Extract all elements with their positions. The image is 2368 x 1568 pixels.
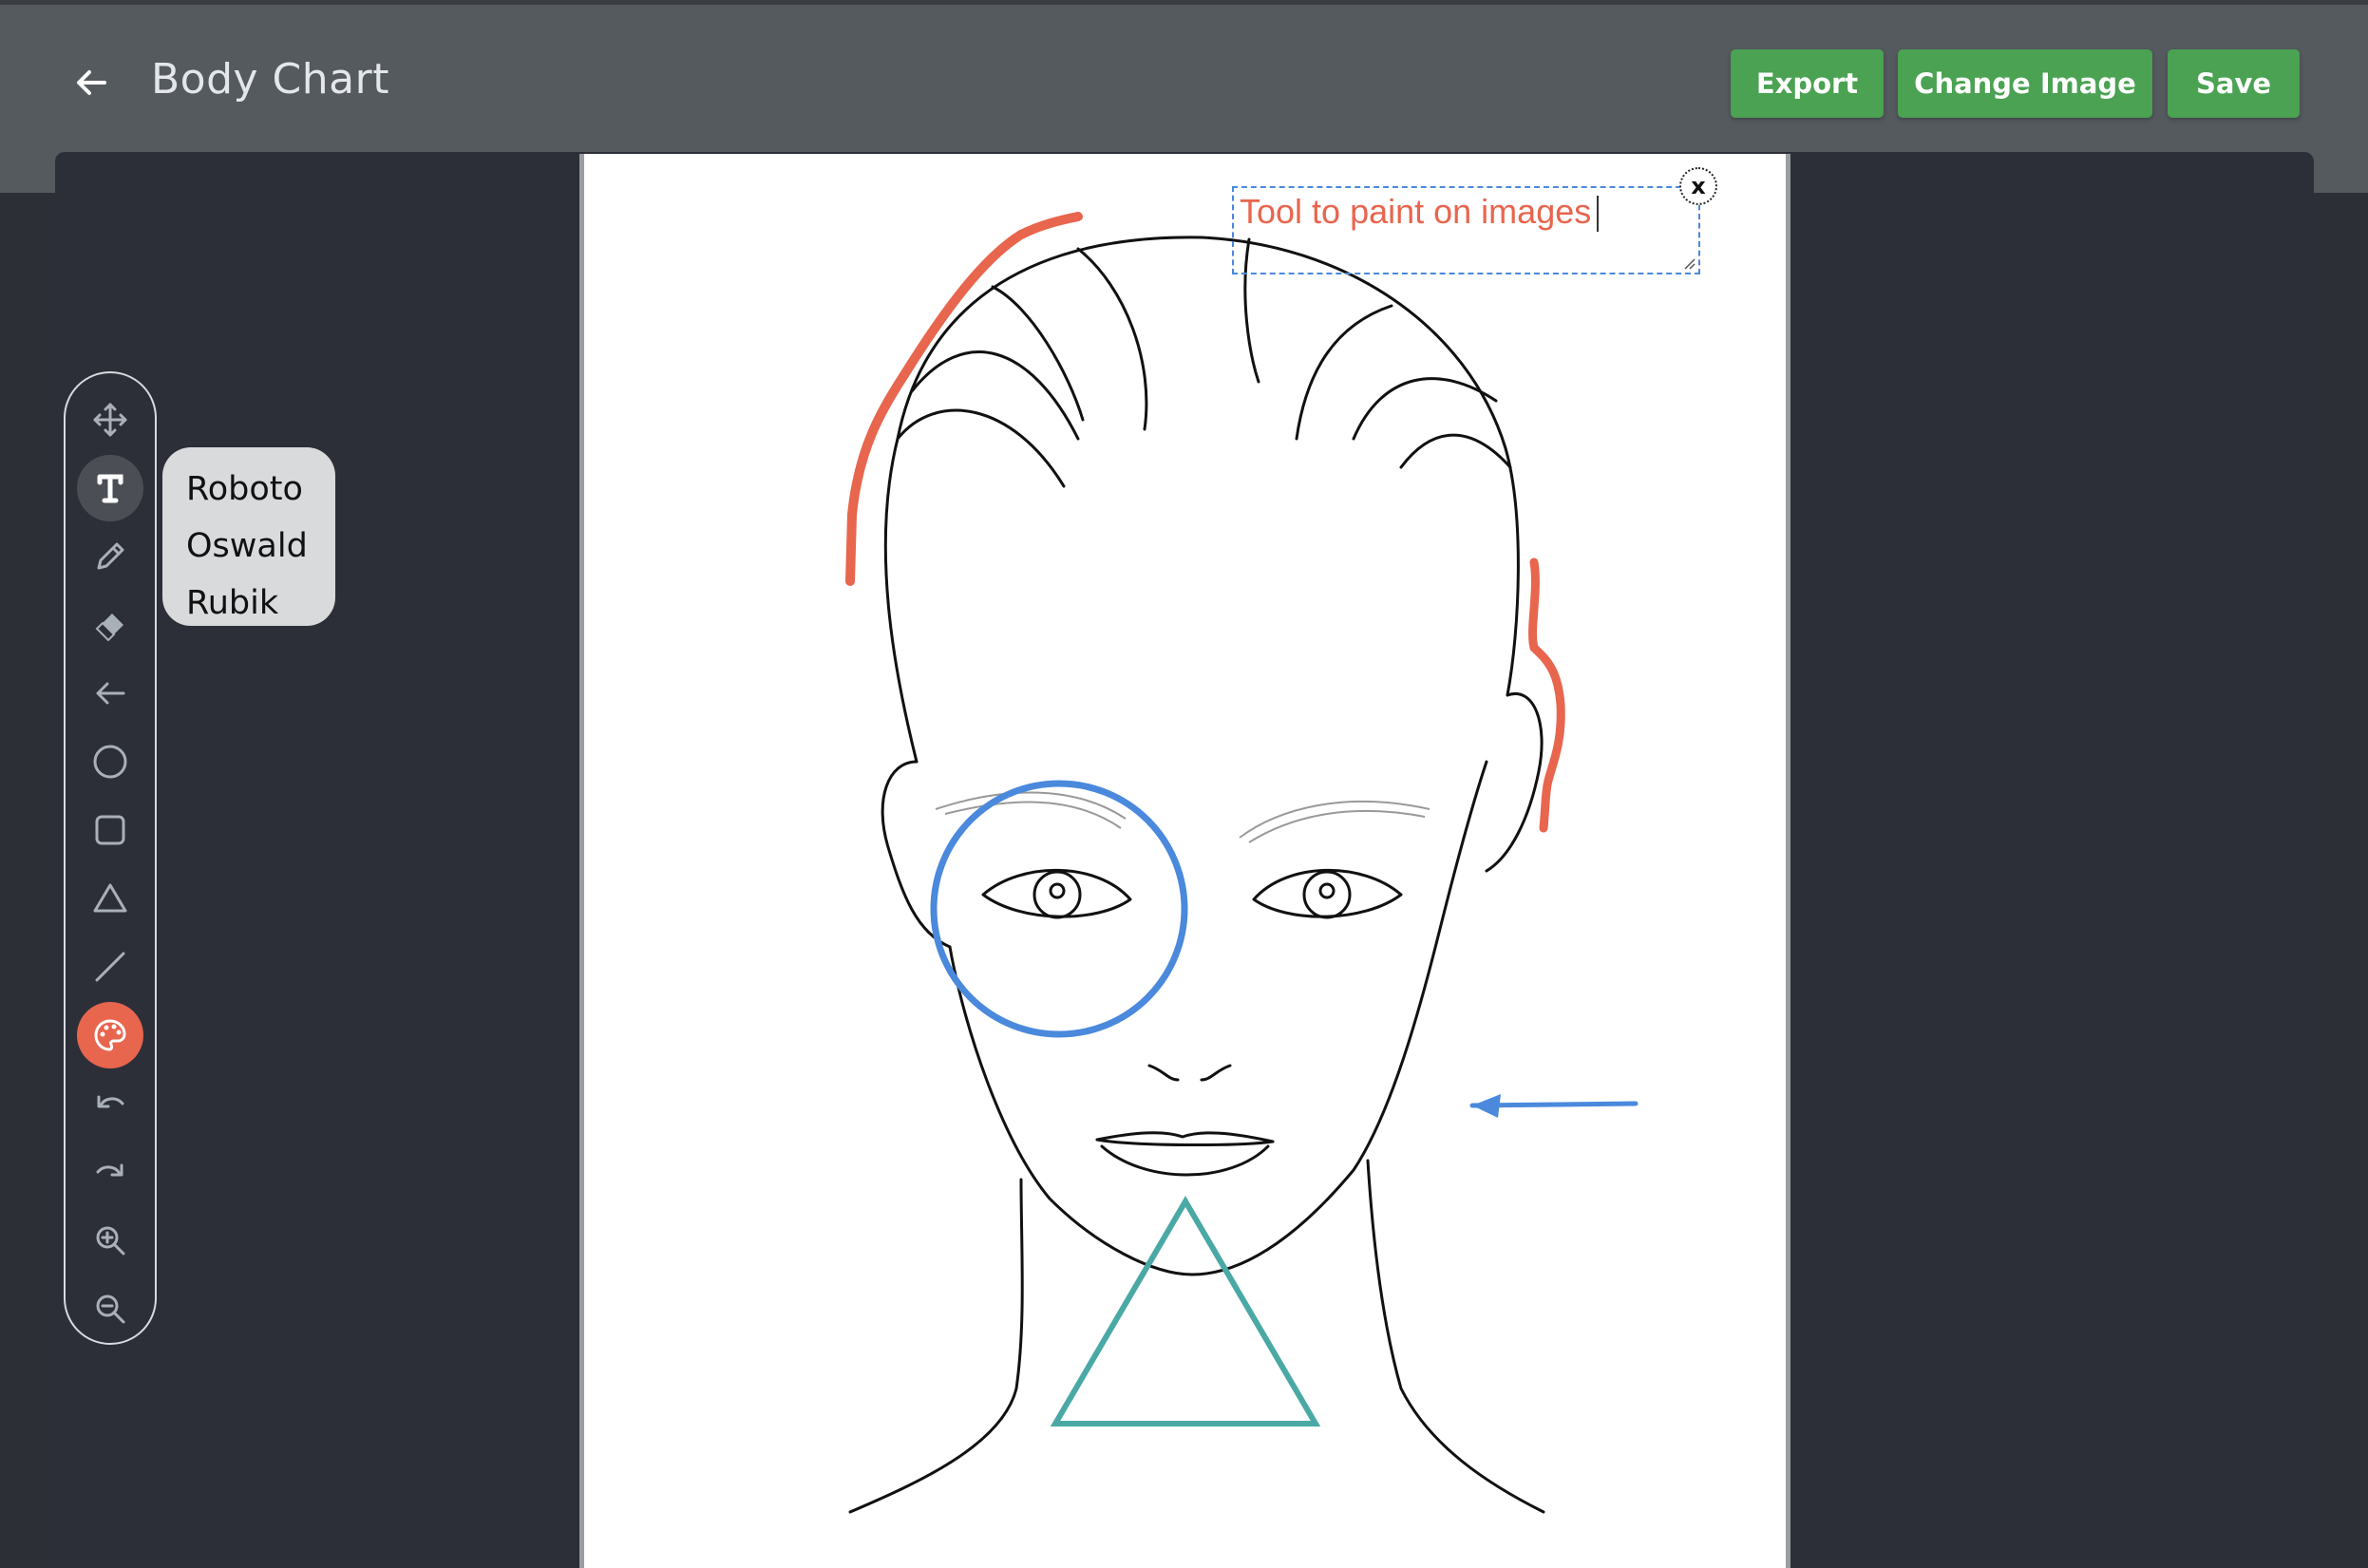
redo-button[interactable]: [77, 1139, 143, 1205]
zoom-out-button[interactable]: [77, 1275, 143, 1342]
annotation-text-wrap: Tool to paint on images: [1240, 192, 1600, 233]
text-annotation-box[interactable]: Tool to paint on images: [1232, 186, 1700, 274]
export-button[interactable]: Export: [1731, 49, 1884, 118]
line-icon: [95, 952, 125, 982]
back-button[interactable]: [68, 60, 114, 105]
save-button[interactable]: Save: [2168, 49, 2300, 118]
rectangle-tool-button[interactable]: [77, 797, 143, 863]
pencil-tool-button[interactable]: [77, 523, 143, 590]
font-dropdown: Roboto Oswald Rubik: [162, 447, 335, 626]
resize-grip-icon[interactable]: [1681, 255, 1696, 271]
palette-icon: [94, 1019, 126, 1051]
zoom-out-icon: [96, 1294, 125, 1324]
page-title: Body Chart: [151, 55, 389, 104]
close-annotation-button[interactable]: x: [1679, 167, 1717, 205]
eraser-icon: [95, 614, 123, 642]
text-tool-button[interactable]: [77, 455, 143, 521]
move-icon: [93, 403, 127, 437]
move-tool-button[interactable]: [77, 387, 143, 453]
square-icon: [95, 815, 125, 845]
annotation-text: Tool to paint on images: [1240, 192, 1592, 231]
color-tool-button[interactable]: [77, 1002, 143, 1068]
drawing-toolbar: [64, 371, 157, 1345]
pencil-icon: [97, 542, 124, 570]
font-option-roboto[interactable]: Roboto: [162, 461, 335, 518]
zoom-in-button[interactable]: [77, 1207, 143, 1274]
line-tool-button[interactable]: [77, 934, 143, 1000]
drawing-canvas[interactable]: [579, 154, 1790, 1568]
change-image-button[interactable]: Change Image: [1898, 49, 2152, 118]
arrow-left-icon: [77, 70, 106, 95]
undo-button[interactable]: [77, 1070, 143, 1137]
face-line-drawing: [845, 212, 1639, 1514]
font-option-oswald[interactable]: Oswald: [162, 518, 335, 575]
undo-icon: [97, 1095, 124, 1108]
font-option-rubik[interactable]: Rubik: [162, 575, 335, 632]
text-icon: [97, 474, 123, 503]
circle-tool-button[interactable]: [77, 728, 143, 795]
triangle-icon: [93, 883, 127, 913]
eraser-tool-button[interactable]: [77, 592, 143, 658]
close-icon: x: [1691, 173, 1706, 199]
arrow-tool-button[interactable]: [77, 660, 143, 727]
redo-icon: [96, 1163, 123, 1177]
zoom-in-icon: [96, 1226, 125, 1256]
text-caret: [1597, 196, 1600, 233]
arrow-left-icon: [96, 682, 125, 705]
triangle-tool-button[interactable]: [77, 865, 143, 932]
circle-icon: [93, 745, 127, 779]
